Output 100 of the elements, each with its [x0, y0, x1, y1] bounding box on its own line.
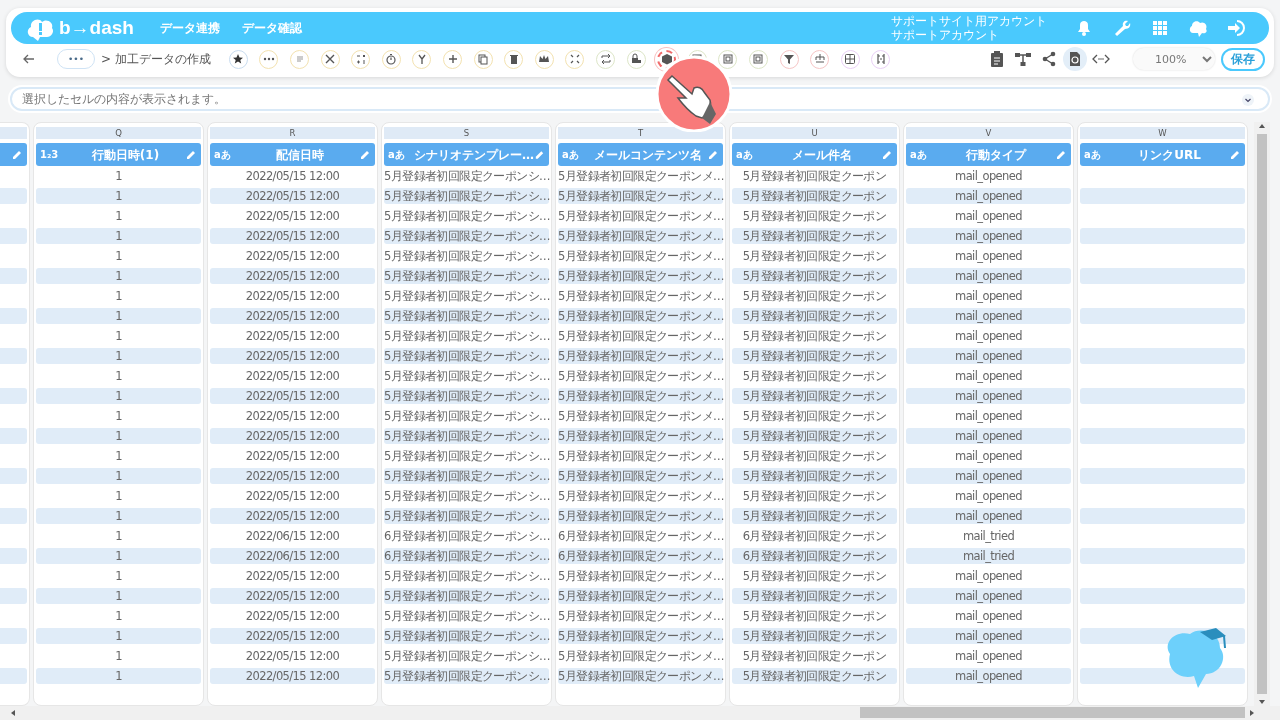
table-cell-text: 5月登録者初回限定クーポン	[741, 368, 888, 384]
pencil-icon[interactable]	[359, 148, 371, 161]
table-cell-text: 1	[114, 648, 123, 664]
column-letter: V	[906, 127, 1071, 139]
column-header[interactable]: aあ 行動タイプ	[906, 143, 1071, 166]
table-cell	[0, 548, 27, 564]
table-cell: mail_opened	[906, 268, 1071, 284]
table-cell-text: 5月登録者初回限定クーポン	[741, 448, 888, 464]
pencil-icon[interactable]	[185, 148, 197, 161]
column-header[interactable]: aあ メールコンテンツ名	[558, 143, 723, 166]
dots-tool-button[interactable]	[259, 49, 279, 69]
table-cell: 1	[36, 628, 201, 644]
fork-arrows-tool-button[interactable]	[412, 49, 432, 69]
filter-tool-button[interactable]	[779, 49, 799, 69]
scroll-right-icon[interactable]	[1248, 709, 1256, 717]
type-label: aあ	[388, 148, 406, 162]
scroll-up-icon[interactable]	[1258, 122, 1266, 130]
breadcrumb-more-button[interactable]: •••	[57, 49, 95, 69]
table-cell-text: 1	[114, 328, 123, 344]
table-cell: 2022/05/15 12:00	[210, 588, 375, 604]
table-cell-text: 5月登録者初回限定クーポン	[741, 208, 888, 224]
table-cell-text: 1	[114, 248, 123, 264]
table-cell-text: 2022/05/15 12:00	[244, 208, 341, 224]
table-cell: 6月登録者初回限定クーポンメ…	[558, 548, 723, 564]
table-cell: 1	[36, 268, 201, 284]
table-cell: 5月登録者初回限定クーポンシ…	[384, 488, 549, 504]
column-letter: S	[384, 127, 549, 139]
table-cell-text: 2022/05/15 12:00	[244, 248, 341, 264]
table-cell	[0, 428, 27, 444]
table-cell-text: 5月登録者初回限定クーポン	[741, 248, 888, 264]
copy-tool-button[interactable]	[473, 49, 493, 69]
column-letter-bar	[0, 127, 27, 139]
table-cell-text: 2022/05/15 12:00	[244, 408, 341, 424]
table-cell-text: mail_opened	[954, 448, 1023, 464]
scissors-tool-button[interactable]	[320, 49, 340, 69]
refresh-document-button[interactable]	[1063, 47, 1087, 71]
table-tool-button[interactable]	[840, 49, 860, 69]
square-tool-button[interactable]	[748, 49, 768, 69]
horizontal-scrollbar[interactable]	[0, 706, 1280, 720]
stopwatch-tool-button[interactable]	[381, 49, 401, 69]
nav-link[interactable]: データ確認	[241, 19, 302, 37]
column-header[interactable]: aあ リンクURL	[1080, 143, 1245, 166]
column-title: 行動タイプ	[964, 146, 1028, 164]
column-header[interactable]: aあ 配信日時	[210, 143, 375, 166]
star-tool-button[interactable]	[228, 49, 248, 69]
table-cell	[0, 228, 27, 244]
square-icon	[752, 53, 765, 65]
table-cell: mail_opened	[906, 228, 1071, 244]
table-cell: 1	[36, 388, 201, 404]
column-letter: R	[210, 127, 375, 139]
chevron-down-icon[interactable]	[1242, 94, 1254, 106]
trash-tool-button[interactable]	[504, 49, 524, 69]
tree-tool-button[interactable]	[810, 49, 830, 69]
zoom-select[interactable]: 100%	[1133, 48, 1215, 70]
table-cell: mail_opened	[906, 628, 1071, 644]
table-cell-text: 1	[114, 568, 123, 584]
table-cell: 5月登録者初回限定クーポンメ…	[558, 328, 723, 344]
scissors-icon	[324, 53, 337, 65]
pencil-icon[interactable]	[707, 148, 719, 161]
table-cell	[0, 348, 27, 364]
pencil-icon[interactable]	[1055, 148, 1067, 161]
back-arrow-icon[interactable]	[23, 54, 35, 64]
pencil-icon[interactable]	[534, 148, 545, 161]
table-cell: 5月登録者初回限定クーポンメ…	[558, 488, 723, 504]
crown-tool-button[interactable]	[534, 49, 554, 69]
compress-tool-button[interactable]	[565, 49, 585, 69]
save-button[interactable]: 保存	[1221, 47, 1265, 71]
bracket-icon	[874, 53, 887, 65]
square-tool-button[interactable]	[718, 49, 738, 69]
table-cell	[0, 388, 27, 404]
vertical-scrollbar[interactable]	[1254, 122, 1270, 706]
column-title: 配信日時	[274, 146, 325, 164]
scroll-left-icon[interactable]	[9, 709, 17, 717]
calculator-tool-button[interactable]	[351, 49, 371, 69]
pencil-icon[interactable]	[881, 148, 893, 161]
table-cell: 2022/06/15 12:00	[210, 548, 375, 564]
column-header[interactable]: aあ メール件名	[732, 143, 897, 166]
table-cell: 5月登録者初回限定クーポンメ…	[558, 468, 723, 484]
table-cell: mail_opened	[906, 668, 1071, 684]
nav-link[interactable]: データ連携	[159, 19, 220, 37]
pencil-icon[interactable]	[11, 148, 23, 161]
table-cell: 5月登録者初回限定クーポンメ…	[558, 648, 723, 664]
table-cell: 5月登録者初回限定クーポンシ…	[384, 428, 549, 444]
plus-tool-button[interactable]	[443, 49, 463, 69]
table-cell-text: 1	[114, 448, 123, 464]
lock-tool-button[interactable]	[626, 49, 646, 69]
table-cell: 5月登録者初回限定クーポンシ…	[384, 448, 549, 464]
table-cell-text: 2022/05/15 12:00	[244, 568, 341, 584]
filter-icon	[783, 53, 796, 65]
table-cell-text: 5月登録者初回限定クーポン	[741, 288, 888, 304]
bracket-tool-button[interactable]	[871, 49, 891, 69]
repeat-tool-button[interactable]	[596, 49, 615, 69]
column-header[interactable]: 1₂3 行動日時(1)	[36, 143, 201, 166]
column-title: メールコンテンツ名	[592, 146, 703, 164]
table-cell	[0, 268, 27, 284]
pencil-icon[interactable]	[1229, 148, 1241, 161]
table-cell: mail_opened	[906, 188, 1071, 204]
box-icon	[660, 53, 673, 65]
column-header[interactable]: aあ シナリオテンプレー…	[384, 143, 549, 166]
cell-content-field[interactable]: 選択したセルの内容が表示されます。	[10, 87, 1270, 111]
